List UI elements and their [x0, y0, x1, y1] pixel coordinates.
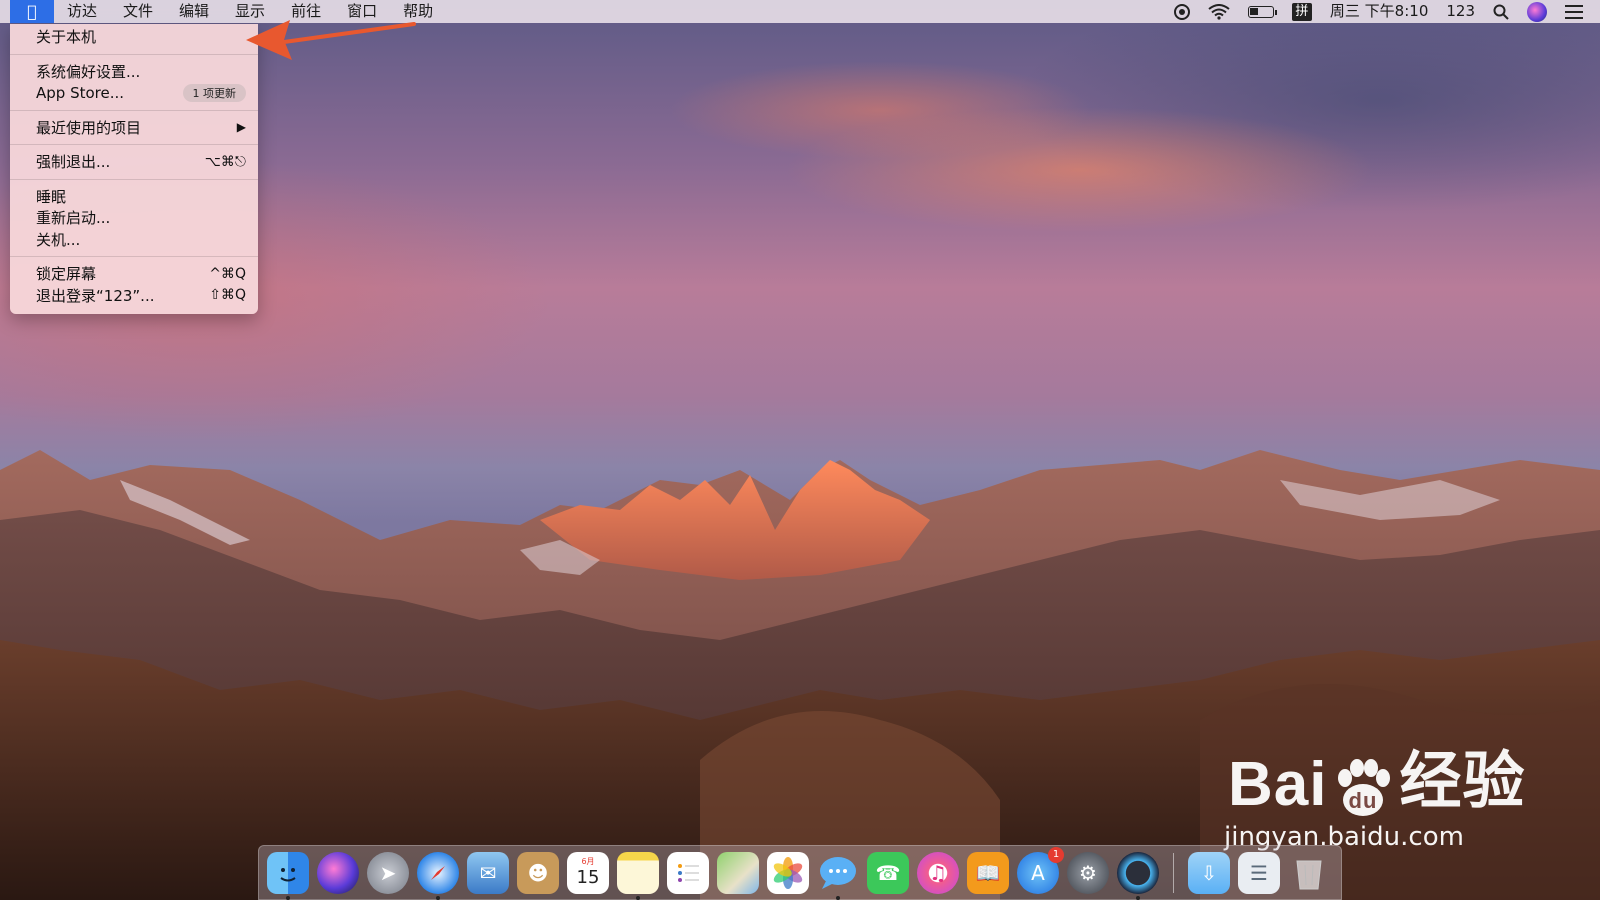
dock-mail[interactable]: ✉	[467, 851, 509, 894]
calendar-day: 15	[576, 867, 600, 888]
menu-edit[interactable]: 编辑	[166, 0, 222, 23]
running-indicator	[836, 895, 840, 900]
book-icon: 📖	[975, 860, 1001, 885]
shortcut-log-out: ⇧⌘Q	[209, 287, 246, 304]
rocket-icon: ➤	[379, 860, 397, 885]
search-icon	[1493, 4, 1509, 20]
photos-icon	[773, 856, 803, 889]
running-indicator	[436, 895, 440, 900]
dock-messages[interactable]	[817, 852, 859, 900]
dock-launchpad[interactable]: ➤	[367, 851, 409, 894]
battery-icon	[1247, 5, 1277, 18]
watermark-brand: Bai du 经验	[1228, 747, 1526, 819]
menu-separator	[10, 178, 258, 180]
menu-item-recent-items[interactable]: 最近使用的项目 ▶	[10, 117, 258, 139]
dock-quicktime[interactable]	[1117, 851, 1159, 900]
menu-separator	[10, 53, 258, 55]
annotation-arrow-icon	[246, 20, 416, 60]
dock-contacts[interactable]: ☻	[517, 851, 559, 894]
download-folder-icon: ⇩	[1200, 860, 1218, 885]
dock-notes[interactable]	[617, 851, 659, 900]
menu-item-system-preferences[interactable]: 系统偏好设置...	[10, 61, 258, 83]
dock-ibooks[interactable]: 📖	[967, 851, 1009, 894]
menu-separator	[10, 109, 258, 111]
menu-file[interactable]: 文件	[110, 0, 166, 23]
dock-app-store[interactable]: A 1	[1017, 846, 1064, 894]
wifi-status[interactable]	[1199, 3, 1239, 20]
menu-item-sleep[interactable]: 睡眠	[10, 186, 258, 208]
svg-text:du: du	[1349, 788, 1378, 813]
compass-icon	[431, 865, 445, 880]
apple-menu-button[interactable]: 	[10, 0, 54, 23]
menu-item-restart[interactable]: 重新启动...	[10, 207, 258, 229]
wifi-icon	[1208, 3, 1230, 20]
menu-separator	[10, 144, 258, 145]
video-camera-icon: ☎	[875, 860, 901, 885]
paw-icon: du	[1338, 759, 1391, 816]
dock: ➤ ✉ ☻ 6月 15 ☎ ♫ 📖 A 1 ⚙ ⇩ ☰	[258, 845, 1342, 900]
app-store-icon: A	[1031, 860, 1045, 885]
spotlight-button[interactable]	[1484, 4, 1518, 20]
menu-finder[interactable]: 访达	[54, 0, 110, 23]
status-area: 拼 周三 下午8:10 123	[1165, 0, 1600, 23]
menu-item-log-out[interactable]: 退出登录“123”... ⇧⌘Q	[10, 285, 258, 307]
dock-safari[interactable]	[417, 851, 459, 900]
dock-photos[interactable]	[767, 851, 809, 894]
app-store-badge: 1	[1048, 846, 1064, 863]
dock-trash[interactable]	[1288, 852, 1330, 894]
running-indicator	[1136, 895, 1140, 900]
menu-item-about[interactable]: 关于本机	[10, 26, 258, 48]
dock-itunes[interactable]: ♫	[917, 851, 959, 894]
input-method-status[interactable]: 拼	[1283, 2, 1321, 21]
battery-status[interactable]	[1239, 5, 1283, 18]
input-method-icon: 拼	[1291, 2, 1312, 21]
siri-button[interactable]	[1518, 1, 1556, 22]
menu-bar:  访达 文件 编辑 显示 前往 窗口 帮助 拼 周三 下午8:10 123	[0, 0, 1600, 23]
siri-icon	[1527, 1, 1547, 22]
update-badge: 1 项更新	[182, 83, 246, 102]
dock-calendar[interactable]: 6月 15	[567, 851, 609, 894]
menu-item-force-quit[interactable]: 强制退出... ⌥⌘⎋	[10, 151, 258, 173]
music-note-icon: ♫	[929, 860, 947, 885]
eagle-icon: ✉	[479, 860, 497, 885]
menu-item-lock-screen[interactable]: 锁定屏幕 ^⌘Q	[10, 263, 258, 285]
messages-icon	[820, 856, 856, 889]
menu-item-app-store[interactable]: App Store... 1 项更新	[10, 82, 258, 104]
screen-record-status[interactable]	[1165, 3, 1199, 20]
shortcut-force-quit: ⌥⌘⎋	[204, 153, 246, 170]
dock-finder[interactable]	[267, 851, 309, 900]
running-indicator	[286, 895, 290, 900]
shortcut-lock: ^⌘Q	[209, 265, 246, 282]
dock-reminders[interactable]	[667, 851, 709, 894]
notification-center-button[interactable]	[1556, 4, 1592, 19]
submenu-arrow-icon: ▶	[236, 120, 246, 135]
dock-maps[interactable]	[717, 851, 759, 894]
menu-separator	[10, 256, 258, 257]
dock-downloads-folder[interactable]: ⇩	[1188, 851, 1230, 894]
menubar-clock[interactable]: 周三 下午8:10	[1321, 0, 1437, 23]
running-indicator	[636, 895, 640, 900]
menu-item-shutdown[interactable]: 关机...	[10, 229, 258, 251]
baidu-watermark: Bai du 经验 jingyan.baidu.com	[1224, 730, 1526, 852]
contacts-icon: ☻	[527, 860, 549, 885]
apple-icon: 	[27, 2, 37, 21]
gear-icon: ⚙	[1079, 860, 1097, 885]
record-icon	[1173, 3, 1190, 20]
apple-menu-dropdown: 关于本机 系统偏好设置... App Store... 1 项更新 最近使用的项…	[10, 24, 258, 314]
dock-siri[interactable]	[317, 851, 359, 894]
document-icon: ☰	[1250, 860, 1268, 885]
dock-documents-stack[interactable]: ☰	[1238, 851, 1280, 894]
reminders-icon	[678, 863, 699, 882]
dock-system-preferences[interactable]: ⚙	[1067, 851, 1109, 894]
dock-separator	[1173, 852, 1174, 893]
list-icon	[1565, 4, 1583, 19]
dock-facetime[interactable]: ☎	[867, 851, 909, 894]
finder-icon	[280, 867, 296, 881]
calendar-month: 6月	[581, 857, 595, 866]
trash-icon	[1296, 860, 1322, 889]
menubar-user[interactable]: 123	[1437, 0, 1484, 23]
